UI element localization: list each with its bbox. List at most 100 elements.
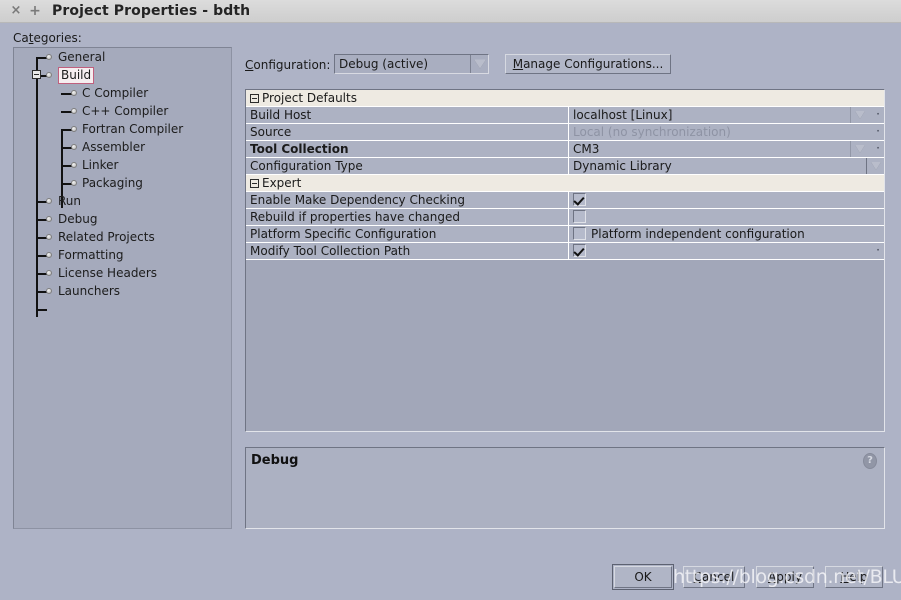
property-name: Source [250, 125, 292, 139]
chevron-down-glyph [854, 111, 865, 119]
section-header-expert[interactable]: Expert [246, 175, 884, 192]
tree-node-icon [46, 270, 52, 276]
checkbox-rebuild-if-properties-changed[interactable] [573, 210, 586, 223]
tree-node-icon [46, 72, 52, 78]
property-value: Dynamic Library [573, 159, 672, 173]
close-icon[interactable]: × [9, 4, 23, 18]
chevron-down-icon[interactable] [866, 158, 884, 174]
tree-node-icon [46, 288, 52, 294]
tree-node-icon [71, 108, 77, 114]
tree-node-icon [71, 90, 77, 96]
ellipsis-button[interactable]: · [876, 124, 880, 138]
ellipsis-button[interactable]: · [876, 107, 880, 121]
tree-node-icon [46, 54, 52, 60]
ellipsis-button[interactable]: · [876, 243, 880, 257]
property-value: localhost [Linux] [573, 108, 673, 122]
table-row[interactable]: Enable Make Dependency Checking [246, 192, 884, 209]
sidebar-item-c-compiler[interactable]: C Compiler [14, 84, 231, 102]
property-value-cell[interactable]: Dynamic Library [568, 158, 884, 174]
chevron-down-icon[interactable] [850, 141, 868, 157]
property-name: Build Host [250, 108, 312, 122]
chevron-down-icon[interactable] [470, 55, 488, 73]
sidebar-item-label: C++ Compiler [82, 104, 169, 118]
property-value-cell[interactable]: · [568, 243, 884, 259]
chevron-down-glyph [473, 59, 486, 69]
section-title: Project Defaults [262, 91, 357, 105]
categories-tree[interactable]: General Build C Compiler C++ Compiler Fo… [13, 47, 232, 529]
sidebar-item-label: Packaging [82, 176, 143, 190]
cancel-button[interactable]: Cancel [683, 566, 745, 588]
property-value: CM3 [573, 142, 600, 156]
sidebar-item-label: Assembler [82, 140, 146, 154]
property-value-cell[interactable] [568, 192, 884, 208]
checkbox-label: Platform independent configuration [591, 227, 805, 241]
tree-node-icon [71, 162, 77, 168]
sidebar-item-assembler[interactable]: Assembler [14, 138, 231, 156]
property-value-cell[interactable] [568, 209, 884, 225]
sidebar-item-run[interactable]: Run [14, 192, 231, 210]
table-row[interactable]: Tool Collection CM3 · [246, 141, 884, 158]
collapse-minus-icon[interactable] [250, 179, 259, 188]
sidebar-item-label: License Headers [58, 266, 157, 280]
sidebar-item-license-headers[interactable]: License Headers [14, 264, 231, 282]
help-question-icon[interactable]: ? [863, 453, 877, 469]
collapse-minus-icon[interactable] [250, 94, 259, 103]
property-name: Configuration Type [250, 159, 363, 173]
ellipsis-button[interactable]: · [876, 141, 880, 155]
apply-button[interactable]: Apply [756, 566, 814, 588]
sidebar-item-debug[interactable]: Debug [14, 210, 231, 228]
sidebar-item-build[interactable]: Build [14, 66, 231, 84]
plus-icon[interactable]: + [28, 4, 42, 18]
project-properties-dialog: × + Project Properties - bdth Categories… [0, 0, 901, 600]
description-title: Debug [251, 453, 299, 468]
table-row[interactable]: Platform Specific Configuration Platform… [246, 226, 884, 243]
sidebar-item-formatting[interactable]: Formatting [14, 246, 231, 264]
sidebar-item-packaging[interactable]: Packaging [14, 174, 231, 192]
tree-node-icon [46, 234, 52, 240]
help-button[interactable]: Help [825, 566, 883, 588]
sidebar-item-general[interactable]: General [14, 48, 231, 66]
configuration-select[interactable]: Debug (active) [334, 54, 489, 74]
property-value-cell[interactable]: localhost [Linux] · [568, 107, 884, 123]
categories-label: Categories: [13, 31, 82, 45]
sidebar-item-related-projects[interactable]: Related Projects [14, 228, 231, 246]
tree-node-icon [71, 144, 77, 150]
sidebar-item-cpp-compiler[interactable]: C++ Compiler [14, 102, 231, 120]
manage-configurations-button[interactable]: Manage Configurations... [505, 54, 671, 74]
properties-table[interactable]: Project Defaults Build Host localhost [L… [245, 89, 885, 432]
sidebar-item-label: Debug [58, 212, 98, 226]
sidebar-item-label: Run [58, 194, 82, 208]
sidebar-item-linker[interactable]: Linker [14, 156, 231, 174]
ok-button[interactable]: OK [612, 564, 674, 590]
sidebar-item-launchers[interactable]: Launchers [14, 282, 231, 300]
tree-node-icon [71, 180, 77, 186]
sidebar-item-label: General [58, 50, 106, 64]
table-row[interactable]: Modify Tool Collection Path · [246, 243, 884, 260]
section-header-project-defaults[interactable]: Project Defaults [246, 90, 884, 107]
chevron-down-icon[interactable] [850, 107, 868, 123]
table-row[interactable]: Build Host localhost [Linux] · [246, 107, 884, 124]
property-value-cell[interactable]: Platform independent configuration [568, 226, 884, 242]
checkbox-platform-independent-configuration[interactable] [573, 227, 586, 240]
table-row[interactable]: Configuration Type Dynamic Library [246, 158, 884, 175]
checkbox-enable-make-dependency-checking[interactable] [573, 193, 586, 206]
tree-node-icon [46, 252, 52, 258]
property-name: Tool Collection [250, 142, 349, 156]
table-row[interactable]: Source Local (no synchronization) · [246, 124, 884, 141]
window-title: Project Properties - bdth [52, 3, 251, 19]
property-value: Local (no synchronization) [573, 125, 731, 139]
property-name: Enable Make Dependency Checking [250, 193, 465, 207]
tree-connector [36, 309, 47, 311]
sidebar-item-label: Launchers [58, 284, 121, 298]
sidebar-item-label: Formatting [58, 248, 124, 262]
checkbox-modify-tool-collection-path[interactable] [573, 244, 586, 257]
sidebar-item-label: C Compiler [82, 86, 149, 100]
property-value-cell[interactable]: CM3 · [568, 141, 884, 157]
sidebar-item-fortran-compiler[interactable]: Fortran Compiler [14, 120, 231, 138]
table-row[interactable]: Rebuild if properties have changed [246, 209, 884, 226]
tree-node-icon [46, 198, 52, 204]
property-name: Platform Specific Configuration [250, 227, 437, 241]
sidebar-item-label: Related Projects [58, 230, 155, 244]
property-value-cell[interactable]: Local (no synchronization) · [568, 124, 884, 140]
sidebar-item-label: Fortran Compiler [82, 122, 184, 136]
